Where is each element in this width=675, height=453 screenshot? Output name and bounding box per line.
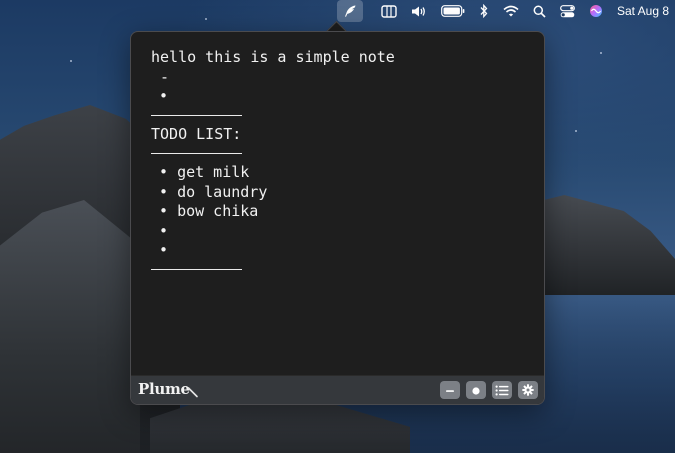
bullet-glyph: • [159, 182, 169, 201]
circle-dot-icon [471, 381, 481, 400]
todo-item[interactable]: • [151, 241, 531, 261]
minimize-button[interactable] [440, 381, 460, 399]
todo-item-text: do laundry [177, 182, 268, 201]
mountain-left-front [0, 200, 140, 453]
sidebar-window-icon[interactable] [381, 0, 397, 22]
horizontal-rule [151, 114, 242, 116]
plume-footer: Plume [131, 375, 544, 404]
plume-menu-item[interactable] [336, 0, 363, 22]
star [575, 130, 577, 132]
bullet-glyph: • [159, 163, 169, 181]
todo-item[interactable]: • do laundry [151, 183, 531, 203]
bullet-glyph: • [159, 241, 169, 259]
horizontal-rule [151, 268, 242, 270]
bullet-glyph: • [159, 221, 169, 240]
menu-bar: Sat Aug 8 [0, 0, 675, 22]
plume-popover: hello this is a simple note - • TODO LIS… [130, 31, 545, 405]
battery-icon[interactable] [441, 0, 465, 22]
note-line[interactable]: hello this is a simple note [151, 48, 531, 68]
note-line[interactable]: - [151, 68, 531, 88]
todo-item-text: bow chika [177, 202, 259, 220]
spotlight-search-icon[interactable] [533, 0, 546, 22]
list-button[interactable] [492, 381, 512, 399]
mountain-right [540, 195, 675, 295]
settings-button[interactable] [518, 381, 538, 399]
volume-icon[interactable] [411, 0, 427, 22]
todo-item[interactable]: • [151, 222, 531, 242]
bullet-glyph: • [159, 202, 169, 220]
wifi-icon[interactable] [503, 0, 519, 22]
todo-item-text: get milk [177, 163, 250, 181]
plume-quill-icon [343, 4, 357, 18]
note-editor[interactable]: hello this is a simple note - • TODO LIS… [151, 48, 531, 279]
quill-icon [187, 383, 199, 402]
note-line[interactable]: • [151, 87, 531, 107]
control-center-icon[interactable] [560, 0, 575, 22]
record-button[interactable] [466, 381, 486, 399]
gear-icon [522, 381, 534, 400]
horizontal-rule [151, 152, 242, 154]
star [600, 52, 602, 54]
siri-icon[interactable] [589, 0, 603, 22]
minus-icon [445, 381, 455, 400]
todo-item[interactable]: • get milk [151, 163, 531, 183]
menu-clock[interactable]: Sat Aug 8 [617, 4, 669, 18]
list-icon [495, 381, 509, 400]
brand-logo: Plume [138, 380, 190, 398]
bluetooth-icon[interactable] [479, 0, 489, 22]
todo-item[interactable]: • bow chika [151, 202, 531, 222]
star [70, 60, 72, 62]
todo-heading[interactable]: TODO LIST: [151, 125, 531, 145]
